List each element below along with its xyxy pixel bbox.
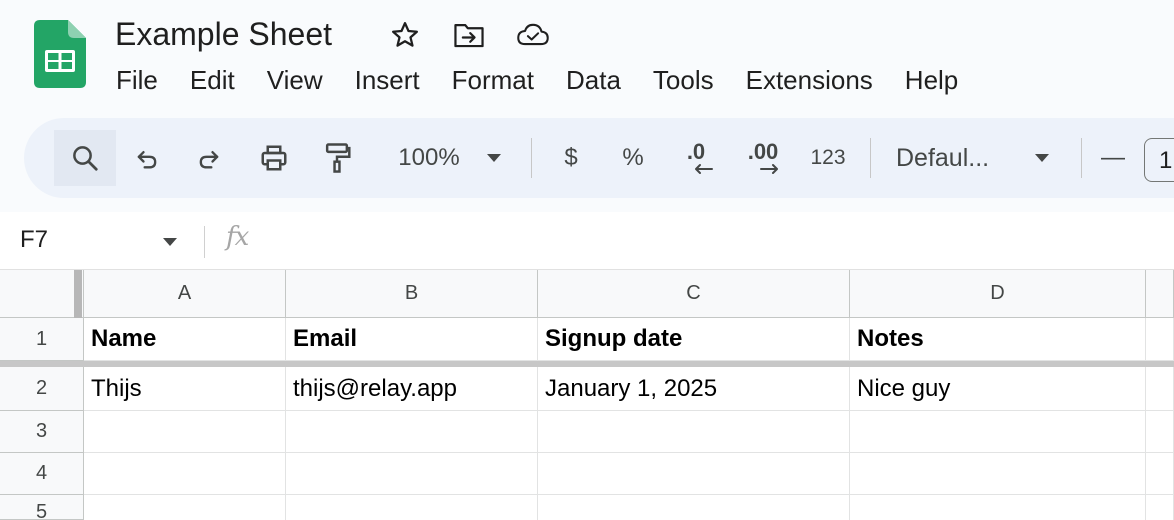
sheets-logo-icon[interactable] [34,20,86,88]
cell-d2[interactable]: Nice guy [850,367,1146,411]
row-header-3[interactable]: 3 [0,411,84,453]
zoom-value: 100% [398,144,460,171]
cell-d1[interactable]: Notes [850,318,1146,361]
paint-format-icon [325,143,351,173]
cell-d4[interactable] [850,453,1146,495]
redo-button[interactable] [186,118,232,198]
cloud-saved-icon[interactable] [516,18,550,52]
fx-icon: fx [226,222,249,252]
cell-c5[interactable] [538,495,850,520]
menu-data[interactable]: Data [550,60,637,100]
chevron-down-icon [163,238,177,246]
cell-c3[interactable] [538,411,850,453]
menu-edit[interactable]: Edit [174,60,251,100]
cell-a2[interactable]: Thijs [84,367,286,411]
cell-d3[interactable] [850,411,1146,453]
row-header-4[interactable]: 4 [0,453,84,495]
chevron-down-icon [487,154,501,162]
select-all-corner[interactable] [0,270,84,318]
formula-bar: F7 fx [0,212,1174,270]
cell-c2[interactable]: January 1, 2025 [538,367,850,411]
name-box[interactable]: F7 [20,226,48,254]
toolbar-separator [531,138,532,178]
arrow-left-icon [695,164,713,174]
cell-e2[interactable] [1146,367,1174,411]
cell-c4[interactable] [538,453,850,495]
row-header-5[interactable]: 5 [0,495,84,520]
document-title[interactable]: Example Sheet [115,14,332,54]
row-header-1[interactable]: 1 [0,318,84,361]
cell-e4[interactable] [1146,453,1174,495]
cell-a5[interactable] [84,495,286,520]
column-header-c[interactable]: C [538,270,850,318]
column-header-b[interactable]: B [286,270,538,318]
cell-d5[interactable] [850,495,1146,520]
menu-extensions[interactable]: Extensions [730,60,889,100]
chevron-down-icon [1035,154,1049,162]
column-header-d[interactable]: D [850,270,1146,318]
spreadsheet-grid: A B C D 1 Name Email Signup date Notes 2… [0,270,1174,520]
zoom-dropdown-arrow[interactable] [482,118,506,198]
search-menus-button[interactable] [54,118,116,198]
cell-a3[interactable] [84,411,286,453]
toolbar: 100% $ % .0 .00 123 Defaul... — 1 [24,118,1174,198]
undo-button[interactable] [124,118,170,198]
menu-tools[interactable]: Tools [637,60,730,100]
redo-icon [199,151,219,169]
name-box-dropdown[interactable] [162,234,178,252]
row-header-2[interactable]: 2 [0,367,84,411]
paint-format-button[interactable] [314,118,360,198]
toolbar-separator [1081,138,1082,178]
arrow-right-icon [760,164,778,174]
cell-b3[interactable] [286,411,538,453]
format-currency-button[interactable]: $ [552,118,590,198]
toolbar-separator [870,138,871,178]
more-formats-button[interactable]: 123 [804,118,852,198]
cell-e5[interactable] [1146,495,1174,520]
sheets-app: Example Sheet File Edit View Insert Form… [0,0,1174,520]
cell-a1[interactable]: Name [84,318,286,361]
cell-b5[interactable] [286,495,538,520]
cell-c1[interactable]: Signup date [538,318,850,361]
cell-a4[interactable] [84,453,286,495]
search-icon [73,146,98,171]
app-header: Example Sheet File Edit View Insert Form… [0,0,1174,112]
increase-decimal-button[interactable]: .00 [740,118,786,198]
cell-b1[interactable]: Email [286,318,538,361]
font-family-select[interactable]: Defaul... [896,118,1016,198]
decrease-font-size-button[interactable]: — [1098,118,1128,198]
freeze-handle[interactable] [74,270,82,318]
cell-e3[interactable] [1146,411,1174,453]
star-icon[interactable] [388,18,422,52]
print-button[interactable] [250,118,298,198]
formula-bar-separator [204,226,205,258]
cell-b4[interactable] [286,453,538,495]
menu-help[interactable]: Help [889,60,974,100]
format-percent-button[interactable]: % [614,118,652,198]
print-icon [261,145,287,171]
cell-e1[interactable] [1146,318,1174,361]
undo-icon [137,151,157,169]
cell-b2[interactable]: thijs@relay.app [286,367,538,411]
menu-format[interactable]: Format [436,60,550,100]
move-to-folder-icon[interactable] [452,18,486,52]
menu-view[interactable]: View [251,60,339,100]
menu-bar: File Edit View Insert Format Data Tools … [100,60,974,100]
column-header-a[interactable]: A [84,270,286,318]
decrease-decimal-button[interactable]: .0 [676,118,716,198]
font-size-input[interactable]: 1 [1144,138,1174,182]
column-header-e[interactable] [1146,270,1174,318]
font-dropdown-arrow[interactable] [1030,118,1054,198]
menu-file[interactable]: File [100,60,174,100]
menu-insert[interactable]: Insert [339,60,436,100]
zoom-select[interactable]: 100% [384,118,474,198]
